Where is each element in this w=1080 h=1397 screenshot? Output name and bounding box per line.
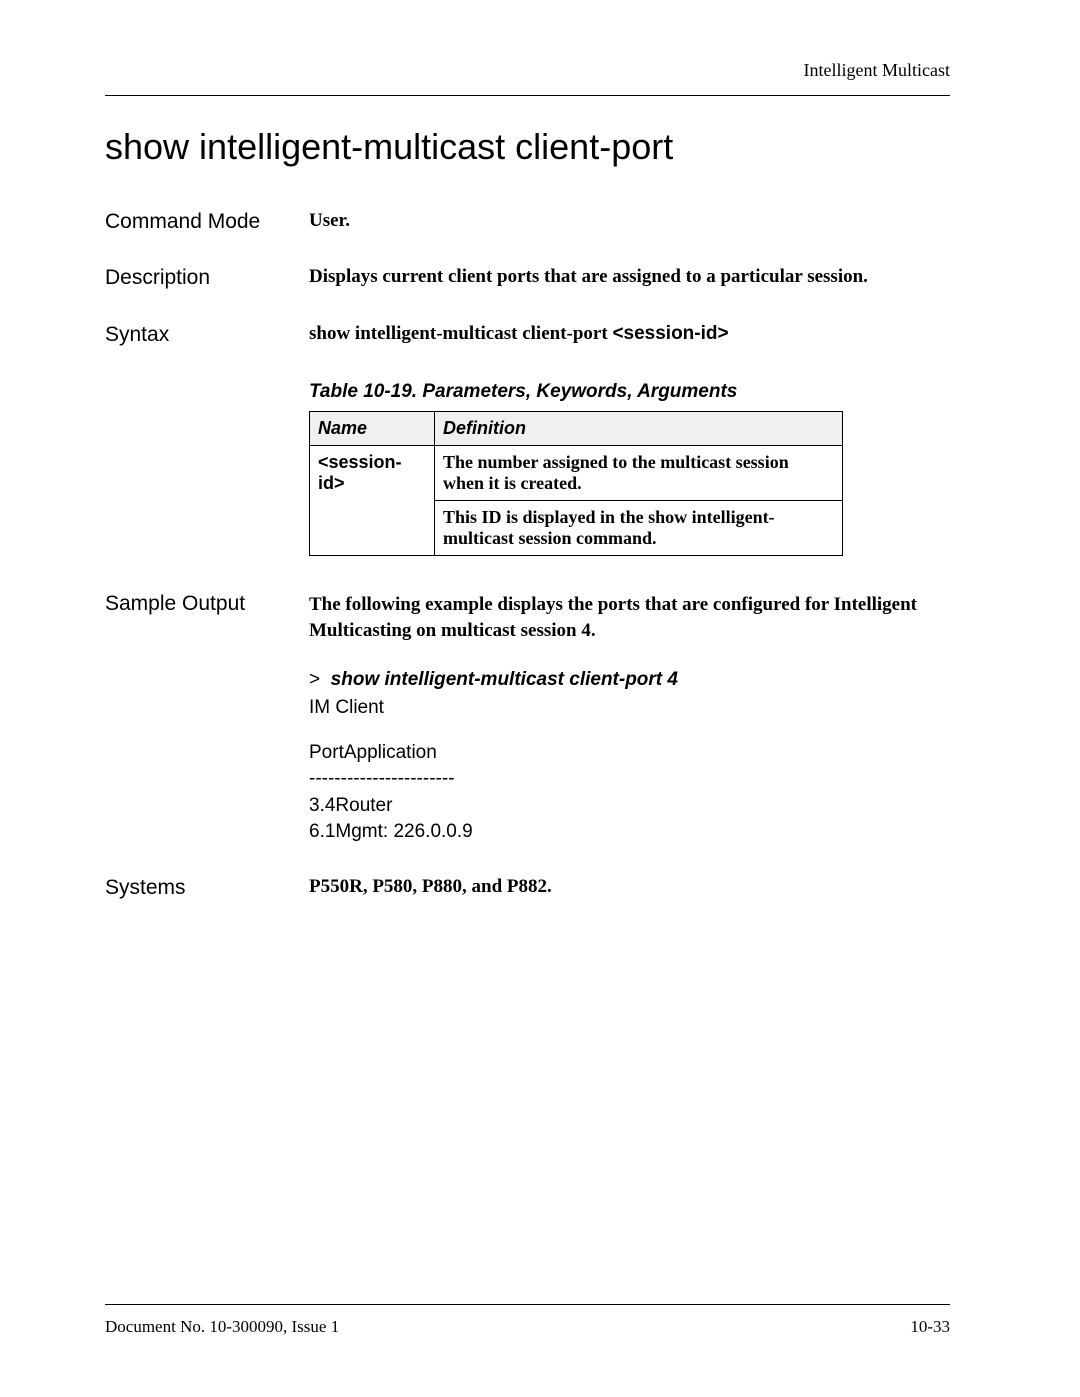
td-def-2: This ID is displayed in the show intelli… [435,501,843,556]
syntax-prefix: show intelligent-multicast client-port [309,323,612,344]
table-row: <session-id> The number assigned to the … [310,446,843,501]
top-rule [105,95,950,96]
sample-line: ----------------------- [309,766,950,793]
sample-line: 6.1Mgmt: 226.0.0.9 [309,819,950,846]
sample-output-block: The following example displays the ports… [309,592,950,846]
footer: Document No. 10-300090, Issue 1 10-33 [105,1304,950,1337]
command-mode-value: User. [309,208,950,236]
td-def-1: The number assigned to the multicast ses… [435,446,843,501]
sample-output-label: Sample Output [105,590,305,846]
command-mode-label: Command Mode [105,208,305,236]
param-table: Name Definition <session-id> The number … [309,411,843,556]
description-label: Description [105,264,305,292]
syntax-label: Syntax [105,321,305,349]
td-name: <session-id> [310,446,435,556]
page: Intelligent Multicast show intelligent-m… [0,0,1080,1397]
syntax-value: show intelligent-multicast client-port <… [309,321,950,349]
sample-line: IM Client [309,695,950,722]
page-title: show intelligent-multicast client-port [105,126,950,168]
systems-value: P550R, P580, P880, and P882. [309,874,950,902]
sample-prompt: > [309,669,320,690]
sample-body: IM Client PortApplication --------------… [309,695,950,846]
field-grid-2: Sample Output The following example disp… [105,590,950,902]
sample-line: PortApplication [309,740,950,767]
systems-label: Systems [105,874,305,902]
table-head-row: Name Definition [310,412,843,446]
sample-command-line: > show intelligent-multicast client-port… [309,667,950,693]
sample-command: show intelligent-multicast client-port 4 [331,669,678,690]
description-value: Displays current client ports that are a… [309,264,950,292]
sample-intro: The following example displays the ports… [309,592,950,643]
footer-row: Document No. 10-300090, Issue 1 10-33 [105,1317,950,1337]
footer-left: Document No. 10-300090, Issue 1 [105,1317,339,1337]
table-caption: Table 10-19. Parameters, Keywords, Argum… [309,381,950,403]
syntax-arg: <session-id> [612,323,728,344]
running-head: Intelligent Multicast [105,60,950,81]
footer-right: 10-33 [910,1317,950,1337]
field-grid: Command Mode User. Description Displays … [105,208,950,349]
th-definition: Definition [435,412,843,446]
th-name: Name [310,412,435,446]
bottom-rule [105,1304,950,1305]
sample-line: 3.4Router [309,793,950,820]
